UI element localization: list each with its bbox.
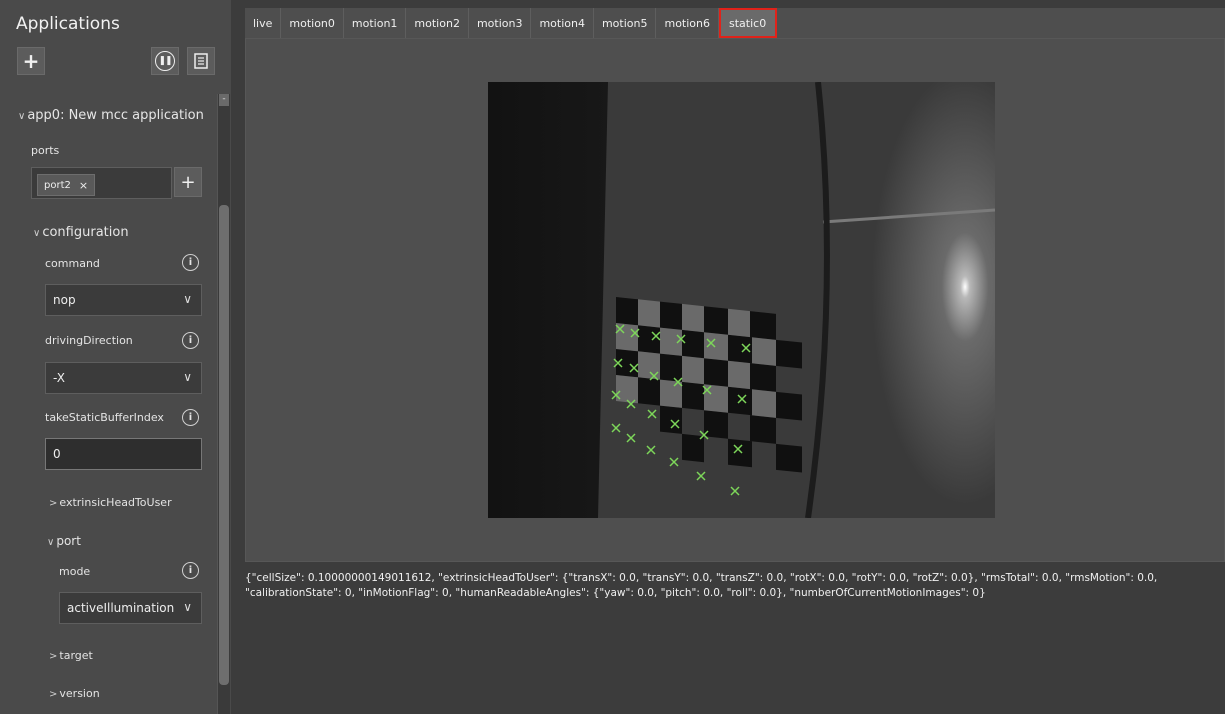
ports-label: ports: [31, 144, 60, 157]
plus-icon: +: [22, 49, 40, 73]
image-tab-bar: live motion0 motion1 motion2 motion3 mot…: [245, 8, 1225, 38]
port-node[interactable]: ∨ port: [47, 534, 81, 548]
main-panel: live motion0 motion1 motion2 motion3 mot…: [231, 0, 1225, 714]
calibration-output-text: {"cellSize": 0.10000000149011612, "extri…: [245, 572, 1158, 599]
camera-image-drawing: [488, 82, 995, 518]
info-icon[interactable]: i: [182, 409, 199, 426]
target-node[interactable]: > target: [49, 649, 93, 662]
mode-select[interactable]: activeIllumination ∨: [59, 592, 202, 624]
pause-circle-icon: ❚❚: [155, 51, 175, 71]
chevron-right-icon: >: [49, 651, 58, 662]
image-viewport: [245, 38, 1225, 562]
chevron-down-icon: ∨: [183, 370, 192, 384]
tab-motion1[interactable]: motion1: [344, 8, 407, 38]
scrollbar-thumb[interactable]: [219, 205, 229, 685]
tab-motion3[interactable]: motion3: [469, 8, 532, 38]
configuration-label: configuration: [42, 225, 129, 240]
take-static-buffer-index-input[interactable]: 0: [45, 438, 202, 470]
applications-sidebar: Applications + ❚❚ - ∨ app0: New mcc appli…: [0, 0, 231, 714]
scroll-up-button[interactable]: -: [219, 94, 229, 106]
tab-static0[interactable]: static0: [719, 8, 778, 38]
save-icon: [194, 53, 208, 69]
chevron-down-icon: ∨: [183, 292, 192, 306]
app-node-label: app0: New mcc application: [27, 108, 204, 123]
app-node[interactable]: ∨ app0: New mcc application: [18, 108, 204, 123]
command-value: nop: [53, 293, 76, 307]
tab-motion5[interactable]: motion5: [594, 8, 657, 38]
extrinsic-head-to-user-node[interactable]: > extrinsicHeadToUser: [49, 496, 172, 509]
chevron-down-icon: ∨: [47, 537, 55, 548]
camera-image: [488, 82, 995, 518]
driving-direction-value: -X: [53, 371, 65, 385]
sidebar-title: Applications: [16, 14, 120, 34]
ports-field[interactable]: port2 ×: [31, 167, 172, 199]
add-application-button[interactable]: +: [17, 47, 45, 75]
tab-motion4[interactable]: motion4: [531, 8, 594, 38]
info-icon[interactable]: i: [182, 562, 199, 579]
save-button[interactable]: [187, 47, 215, 75]
tab-motion0[interactable]: motion0: [281, 8, 344, 38]
mode-value: activeIllumination: [67, 601, 175, 615]
version-node[interactable]: > version: [49, 687, 100, 700]
chevron-down-icon: ∨: [183, 600, 192, 614]
plus-icon: +: [180, 171, 196, 193]
driving-direction-select[interactable]: -X ∨: [45, 362, 202, 394]
mode-label: mode: [59, 565, 91, 578]
driving-direction-label: drivingDirection: [45, 334, 133, 347]
configuration-node[interactable]: ∨ configuration: [33, 225, 129, 240]
tab-motion6[interactable]: motion6: [656, 8, 719, 38]
version-label: version: [59, 687, 100, 700]
port-chip[interactable]: port2 ×: [37, 174, 96, 196]
close-icon[interactable]: ×: [79, 179, 88, 192]
tab-motion2[interactable]: motion2: [406, 8, 469, 38]
pause-button[interactable]: ❚❚: [151, 47, 179, 75]
take-static-buffer-index-label: takeStaticBufferIndex: [45, 411, 164, 424]
command-select[interactable]: nop ∨: [45, 284, 202, 316]
info-icon[interactable]: i: [182, 254, 199, 271]
info-icon[interactable]: i: [182, 332, 199, 349]
tab-live[interactable]: live: [245, 8, 282, 38]
chevron-right-icon: >: [49, 498, 58, 509]
target-label: target: [59, 649, 93, 662]
command-label: command: [45, 257, 100, 270]
extrinsic-head-to-user-label: extrinsicHeadToUser: [59, 496, 172, 509]
port-chip-label: port2: [44, 179, 71, 191]
add-port-button[interactable]: +: [174, 167, 202, 197]
take-static-buffer-index-value: 0: [53, 447, 61, 461]
chevron-right-icon: >: [49, 689, 58, 700]
chevron-down-icon: ∨: [18, 111, 26, 122]
chevron-down-icon: ∨: [33, 228, 41, 239]
port-node-label: port: [56, 534, 81, 548]
